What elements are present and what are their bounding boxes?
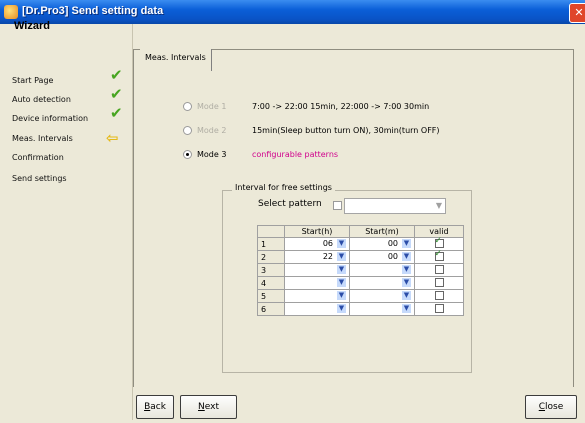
row-number-header [257, 225, 285, 238]
mode3-label: Mode 3 [197, 150, 227, 159]
row-number: 5 [257, 289, 285, 303]
minute-cell[interactable]: 00 ▼ [349, 237, 415, 251]
check-icon: ✔ [110, 85, 123, 103]
minute-cell[interactable]: ▼ [349, 276, 415, 290]
hour-cell[interactable]: ▼ [284, 289, 350, 303]
valid-checkbox[interactable] [434, 264, 444, 274]
mode2-description: 15min(Sleep button turn ON), 30min(turn … [252, 126, 440, 135]
chevron-down-icon[interactable]: ▼ [337, 291, 346, 300]
pattern-select[interactable]: ▼ [344, 198, 446, 214]
chevron-down-icon[interactable]: ▼ [402, 291, 411, 300]
tab-meas-intervals[interactable]: Meas. Intervals [140, 49, 212, 71]
step-confirmation: Confirmation [12, 153, 64, 162]
table-header-row: Start(h) Start(m) valid [257, 225, 464, 238]
valid-checkbox[interactable] [434, 290, 444, 300]
chevron-down-icon[interactable]: ▼ [337, 304, 346, 313]
mode1-radio[interactable]: Mode 1 [183, 102, 226, 111]
step-send-settings: Send settings [12, 174, 67, 183]
chevron-down-icon[interactable]: ▼ [337, 239, 346, 248]
valid-checkbox[interactable] [434, 249, 444, 261]
table-row: 6 ▼ ▼ [257, 302, 464, 316]
app-icon [4, 5, 18, 19]
hour-value: 06 [322, 239, 333, 248]
free-settings-title: Interval for free settings [232, 183, 335, 192]
arrow-left-icon: ⇦ [106, 129, 119, 147]
mode3-radio[interactable]: Mode 3 [183, 150, 226, 159]
mode3-description: configurable patterns [252, 150, 339, 159]
hour-cell[interactable]: 22 ▼ [284, 250, 350, 264]
close-window-button[interactable]: ✕ [569, 3, 585, 23]
minute-value: 00 [387, 252, 398, 261]
valid-checkbox[interactable] [434, 277, 444, 287]
back-label: ack [150, 402, 166, 412]
chevron-down-icon[interactable]: ▼ [402, 252, 411, 261]
table-row: 4 ▼ ▼ [257, 276, 464, 290]
chevron-down-icon[interactable]: ▼ [402, 265, 411, 274]
radio-indicator[interactable] [183, 150, 192, 159]
chevron-down-icon[interactable]: ▼ [402, 239, 411, 248]
row-number: 3 [257, 263, 285, 277]
check-icon: ✔ [110, 66, 123, 84]
minute-cell[interactable]: ▼ [349, 263, 415, 277]
valid-cell[interactable] [414, 302, 464, 316]
valid-cell[interactable] [414, 263, 464, 277]
mode2-radio[interactable]: Mode 2 [183, 126, 226, 135]
mode1-label: Mode 1 [197, 102, 227, 111]
close-button[interactable]: Close [525, 395, 577, 419]
minute-cell[interactable]: ▼ [349, 289, 415, 303]
close-label: lose [545, 402, 564, 412]
select-pattern-label: Select pattern [258, 199, 322, 209]
step-device-information: Device information [12, 114, 89, 123]
valid-cell[interactable] [414, 289, 464, 303]
next-button[interactable]: Next [180, 395, 237, 419]
table-row: 2 22 ▼ 00 ▼ [257, 249, 464, 264]
chevron-down-icon[interactable]: ▼ [433, 199, 445, 213]
chevron-down-icon[interactable]: ▼ [402, 278, 411, 287]
hour-cell[interactable]: ▼ [284, 263, 350, 277]
mode2-label: Mode 2 [197, 126, 227, 135]
hour-cell[interactable]: ▼ [284, 276, 350, 290]
chevron-down-icon[interactable]: ▼ [402, 304, 411, 313]
chevron-down-icon[interactable]: ▼ [337, 252, 346, 261]
minute-cell[interactable]: 00 ▼ [349, 250, 415, 264]
minute-value: 00 [387, 239, 398, 248]
hour-cell[interactable]: ▼ [284, 302, 350, 316]
select-pattern-checkbox[interactable] [333, 201, 342, 210]
valid-checkbox[interactable] [434, 303, 444, 313]
minute-cell[interactable]: ▼ [349, 302, 415, 316]
step-start-page: Start Page [12, 76, 54, 85]
row-number: 4 [257, 276, 285, 290]
hour-value: 22 [322, 252, 333, 261]
mode1-description: 7:00 -> 22:00 15min, 22:000 -> 7:00 30mi… [252, 102, 430, 111]
column-header-start-m: Start(m) [349, 225, 415, 238]
table-row: 5 ▼ ▼ [257, 289, 464, 303]
chevron-down-icon[interactable]: ▼ [337, 278, 346, 287]
interval-table: Start(h) Start(m) valid 1 06 ▼ 00 ▼ 2 22 ▼ … [257, 225, 464, 316]
next-mnemonic: N [198, 402, 205, 412]
chevron-down-icon[interactable]: ▼ [337, 265, 346, 274]
hour-cell[interactable]: 06 ▼ [284, 237, 350, 251]
check-icon: ✔ [110, 104, 123, 122]
valid-cell[interactable] [414, 249, 464, 264]
wizard-title: Wizard [14, 20, 50, 32]
row-number: 2 [257, 250, 285, 264]
row-number: 6 [257, 302, 285, 316]
radio-indicator[interactable] [183, 102, 192, 111]
step-meas-intervals: Meas. Intervals [12, 134, 73, 143]
column-header-start-h: Start(h) [284, 225, 350, 238]
table-row: 1 06 ▼ 00 ▼ [257, 236, 464, 251]
back-button[interactable]: Back [136, 395, 174, 419]
table-row: 3 ▼ ▼ [257, 263, 464, 277]
wizard-window: [Dr.Pro3] Send setting data ✕ Wizard Sta… [0, 0, 585, 423]
valid-checkbox[interactable] [434, 236, 444, 248]
window-title: [Dr.Pro3] Send setting data [22, 5, 164, 17]
row-number: 1 [257, 237, 285, 251]
next-label: ext [204, 402, 219, 412]
valid-cell[interactable] [414, 276, 464, 290]
title-bar[interactable]: [Dr.Pro3] Send setting data ✕ [0, 0, 585, 24]
step-auto-detection: Auto detection [12, 95, 71, 104]
radio-indicator[interactable] [183, 126, 192, 135]
